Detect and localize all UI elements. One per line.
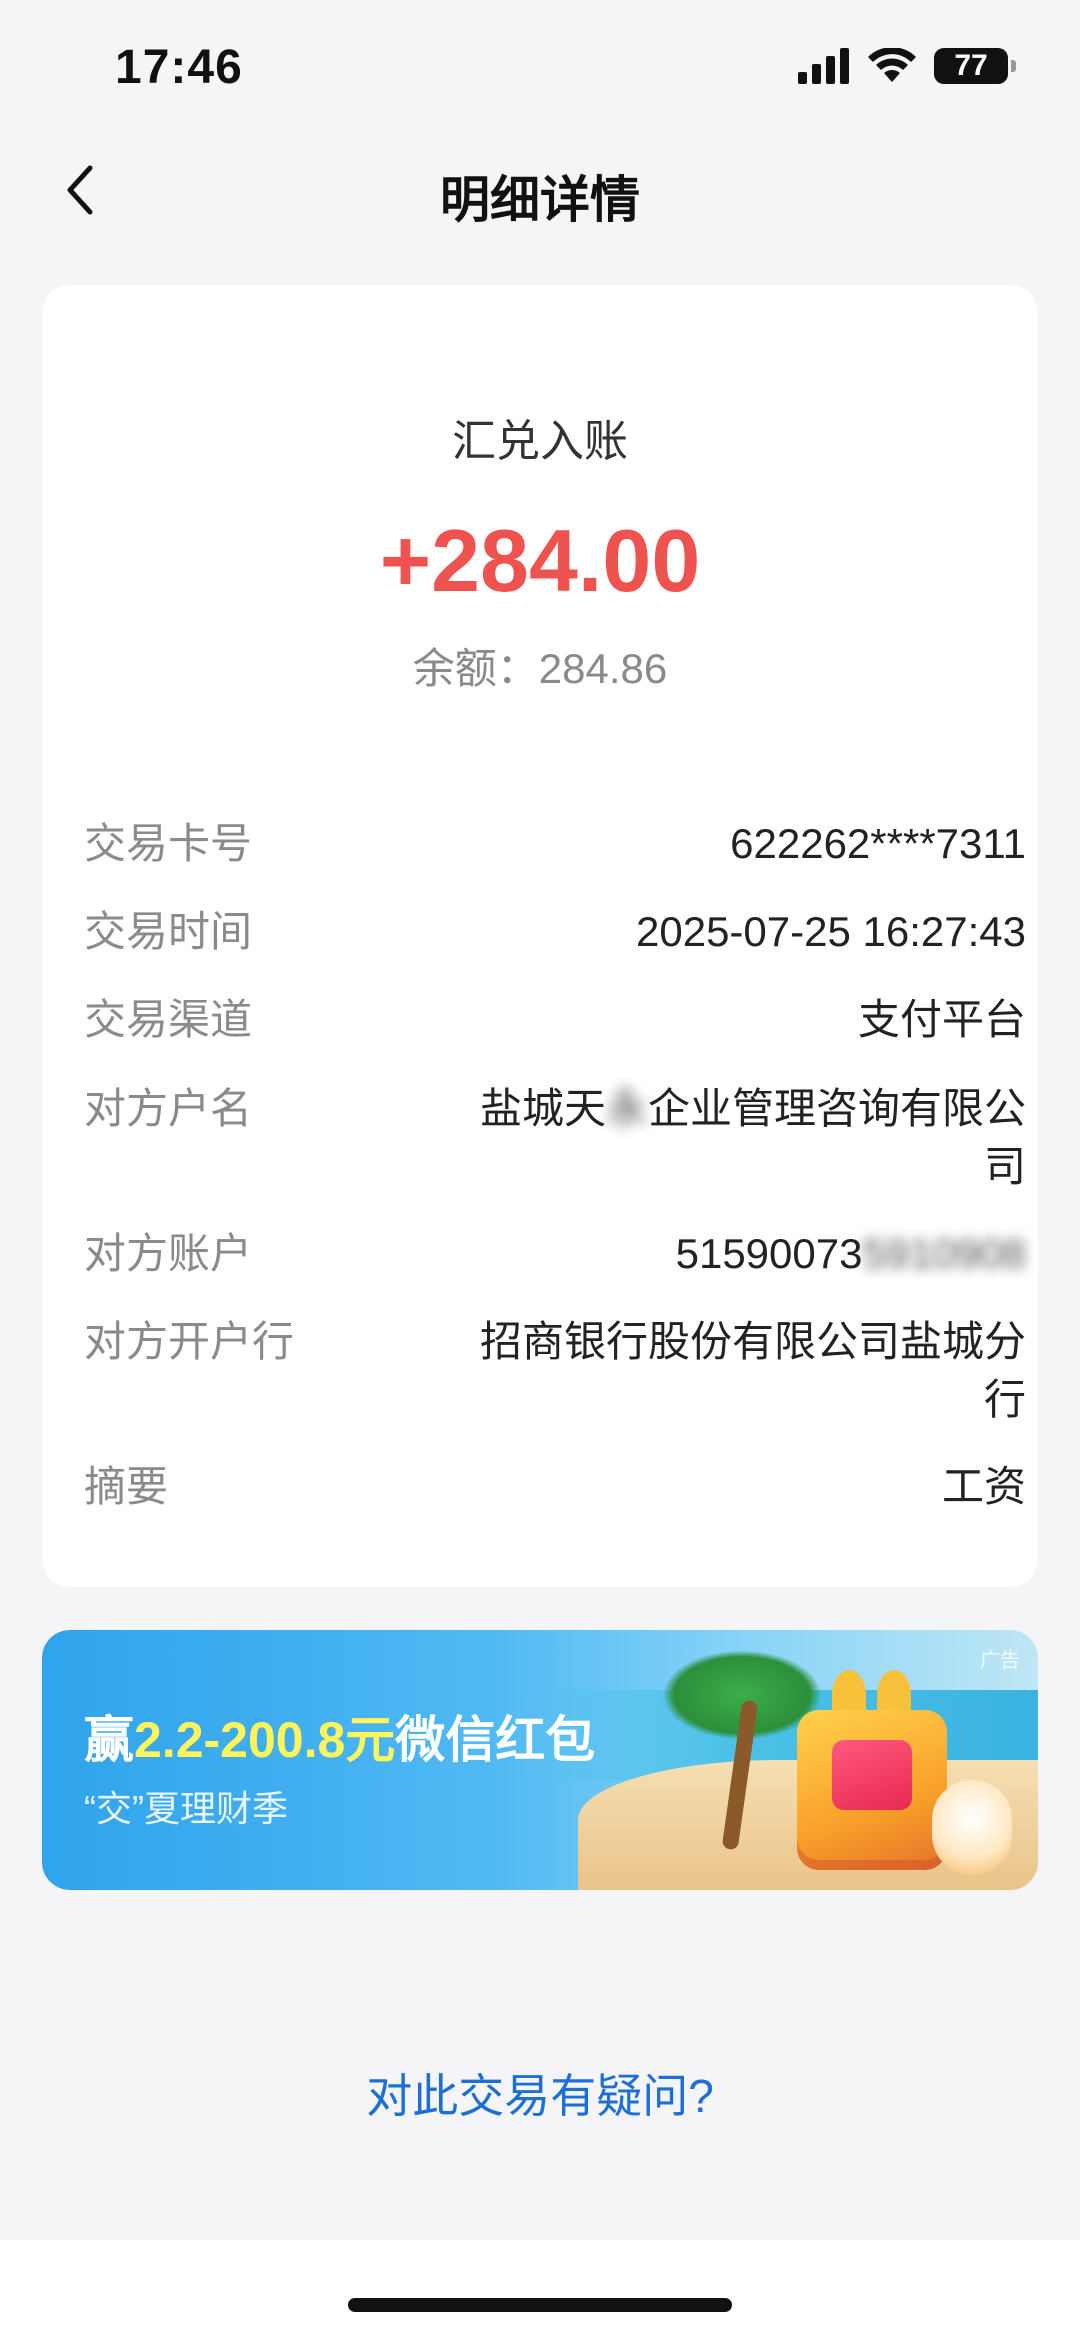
detail-label: 对方户名: [84, 1085, 253, 1132]
detail-row-memo: 摘要 工资: [84, 1458, 1026, 1516]
detail-label: 交易卡号: [84, 820, 253, 867]
transaction-query-link[interactable]: 对此交易有疑问?: [0, 2060, 1080, 2126]
page-title: 明细详情: [440, 172, 640, 228]
detail-row-time: 交易时间 2025-07-25 16:27:43: [84, 903, 1026, 961]
detail-row-channel: 交易渠道 支付平台: [84, 991, 1026, 1049]
battery-level: 77: [954, 49, 988, 82]
detail-row-counterparty-account: 对方账户 515900735910908: [84, 1225, 1026, 1283]
promo-banner[interactable]: 广告 赢2.2-200.8元微信红包 “交”夏理财季: [42, 1630, 1038, 1890]
status-time: 17:46: [115, 41, 243, 94]
detail-row-counterparty-bank: 对方开户行 招商银行股份有限公司盐城分行: [84, 1313, 1026, 1429]
counterparty-account-masked: 5910908: [862, 1230, 1026, 1277]
status-icons: 77: [798, 48, 1016, 84]
detail-label: 交易时间: [84, 908, 253, 955]
promo-subtitle: “交”夏理财季: [84, 1788, 288, 1829]
counterparty-name-suffix: 企业管理咨询有限公司: [647, 1085, 1026, 1190]
wifi-icon: [868, 48, 916, 82]
transaction-type: 汇兑入账: [452, 417, 628, 466]
detail-value: 工资: [941, 1463, 1026, 1510]
detail-label: 摘要: [84, 1463, 169, 1510]
balance-text: 余额：284.86: [412, 645, 668, 692]
battery-icon: 77: [934, 48, 1016, 84]
chevron-left-icon: [67, 165, 93, 215]
counterparty-name-prefix: 盐城天: [479, 1085, 606, 1132]
promo-title: 赢2.2-200.8元微信红包: [84, 1700, 595, 1772]
detail-value: 515900735910908: [676, 1225, 1026, 1283]
status-bar: 17:46 77: [0, 0, 1080, 140]
transaction-detail-card: 汇兑入账 +284.00 余额：284.86 交易卡号 622262****73…: [42, 285, 1038, 1587]
signal-icon: [798, 48, 849, 84]
promo-title-prefix: 赢: [84, 1712, 134, 1768]
promo-title-suffix: 微信红包: [395, 1712, 596, 1768]
detail-label: 交易渠道: [84, 996, 253, 1043]
back-button[interactable]: [50, 160, 110, 220]
counterparty-account-prefix: 51590073: [675, 1230, 863, 1277]
home-indicator[interactable]: [348, 2298, 732, 2312]
red-envelope-box-icon: [797, 1710, 947, 1870]
detail-value: 招商银行股份有限公司盐城分行: [479, 1318, 1026, 1423]
transaction-amount: +284.00: [379, 511, 701, 610]
detail-value: 支付平台: [857, 996, 1026, 1043]
promo-title-highlight: 2.2-200.8元: [134, 1712, 396, 1768]
detail-value: 盐城天永企业管理咨询有限公司: [466, 1080, 1026, 1196]
detail-label: 对方账户: [84, 1230, 253, 1277]
nav-bar: 明细详情: [0, 140, 1080, 240]
detail-value: 622262****7311: [730, 820, 1026, 867]
detail-row-card-number: 交易卡号 622262****7311: [84, 815, 1026, 873]
bottom-area: [0, 2240, 1080, 2337]
detail-value: 2025-07-25 16:27:43: [636, 908, 1026, 955]
detail-label: 对方开户行: [84, 1318, 295, 1365]
counterparty-name-masked: 永: [605, 1085, 648, 1132]
ad-tag: 广告: [980, 1650, 1020, 1672]
mascot-icon: [932, 1780, 1012, 1875]
detail-row-counterparty-name: 对方户名 盐城天永企业管理咨询有限公司: [84, 1080, 1026, 1196]
